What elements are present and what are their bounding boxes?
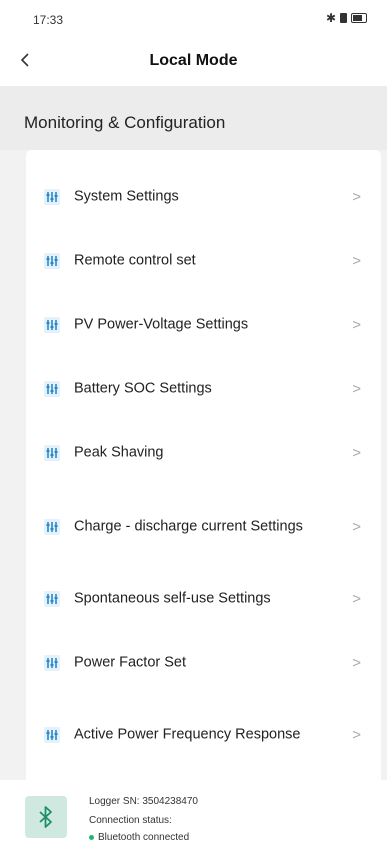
sliders-icon [44, 445, 60, 461]
battery-icon [351, 13, 367, 23]
connection-status-value: Bluetooth connected [98, 832, 190, 843]
menu-item-remote-control-set[interactable]: Remote control set > [26, 229, 381, 293]
page-title: Local Mode [149, 52, 238, 69]
menu-item-label: Spontaneous self-use Settings [74, 590, 271, 607]
sliders-icon [44, 381, 60, 397]
sliders-icon [44, 253, 60, 269]
logger-sn-value: 3504238470 [142, 796, 198, 807]
chevron-right-icon: > [352, 316, 361, 334]
chevron-right-icon: > [352, 654, 361, 672]
logger-sn-label: Logger SN: [89, 796, 140, 807]
status-time: 17:33 [33, 13, 64, 27]
sliders-icon [44, 317, 60, 333]
sliders-icon [44, 727, 60, 743]
chevron-right-icon: > [352, 518, 361, 536]
nav-bar: Local Mode [0, 36, 387, 86]
chevron-right-icon: > [352, 252, 361, 270]
menu-item-label: Active Power Frequency Response [74, 726, 301, 743]
connection-status-label: Connection status: [89, 815, 172, 826]
menu-item-power-factor-set[interactable]: Power Factor Set > [26, 631, 381, 695]
bluetooth-status-icon: ✱ [325, 11, 336, 25]
status-icons: ✱ [326, 11, 367, 25]
sliders-icon [44, 591, 60, 607]
menu-item-peak-shaving[interactable]: Peak Shaving > [26, 421, 381, 485]
menu-item-label: Charge - discharge current Settings [74, 518, 303, 535]
section-title: Monitoring & Configuration [24, 113, 226, 132]
bluetooth-icon [39, 806, 52, 828]
logger-sn: Logger SN: 3504238470 [89, 796, 198, 807]
bluetooth-badge[interactable] [25, 796, 67, 838]
device-status-bar: Logger SN: 3504238470 Connection status:… [0, 780, 387, 843]
sliders-icon [44, 519, 60, 535]
menu-item-charge-discharge-current-settings[interactable]: Charge - discharge current Settings > [26, 495, 381, 559]
sim-icon [340, 13, 347, 23]
settings-menu-card: System Settings > Remote control set > P… [26, 150, 381, 780]
menu-item-active-power-frequency-response[interactable]: Active Power Frequency Response > [26, 703, 381, 767]
chevron-right-icon: > [352, 188, 361, 206]
menu-item-label: Power Factor Set [74, 654, 187, 671]
status-dot-icon [89, 835, 94, 840]
menu-item-label: Remote control set [74, 252, 196, 269]
connection-status: Bluetooth connected [89, 832, 189, 843]
chevron-right-icon: > [352, 590, 361, 608]
chevron-right-icon: > [352, 726, 361, 744]
sliders-icon [44, 655, 60, 671]
chevron-right-icon: > [352, 380, 361, 398]
menu-item-pv-power-voltage-settings[interactable]: PV Power-Voltage Settings > [26, 293, 381, 357]
section-header: Monitoring & Configuration [0, 86, 387, 150]
sliders-icon [44, 189, 60, 205]
menu-item-battery-soc-settings[interactable]: Battery SOC Settings > [26, 357, 381, 421]
menu-item-label: PV Power-Voltage Settings [74, 316, 249, 333]
chevron-right-icon: > [352, 444, 361, 462]
status-bar: 17:33 ✱ [0, 0, 387, 36]
menu-item-spontaneous-self-use-settings[interactable]: Spontaneous self-use Settings > [26, 567, 381, 631]
menu-item-system-settings[interactable]: System Settings > [26, 165, 381, 229]
menu-item-label: Peak Shaving [74, 444, 164, 461]
menu-item-label: System Settings [74, 188, 179, 205]
menu-item-label: Battery SOC Settings [74, 380, 212, 397]
